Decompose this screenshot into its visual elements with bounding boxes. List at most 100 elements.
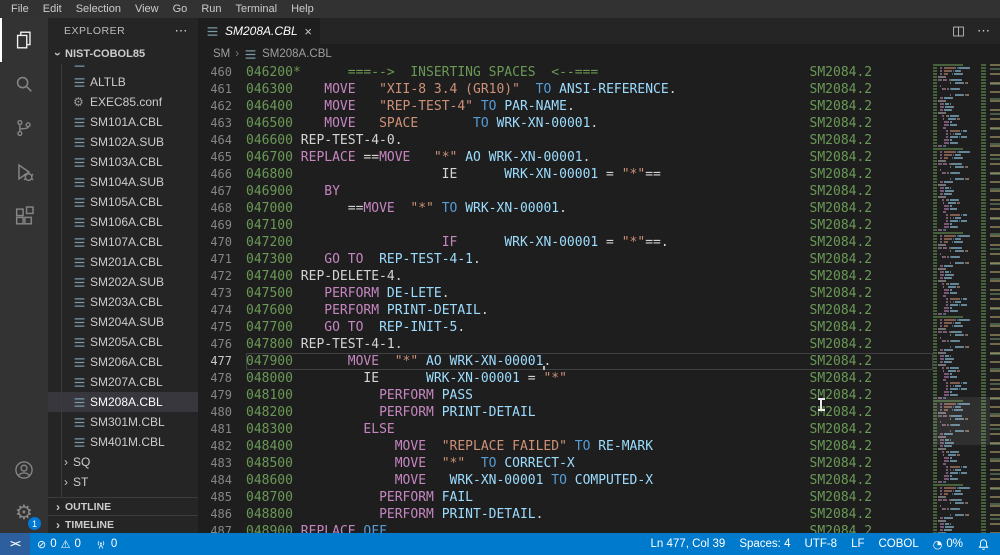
problems-status[interactable]: ⊘ 0 ⚠ 0: [30, 533, 88, 555]
file-item-sm205a-cbl[interactable]: SM205A.CBL: [48, 332, 198, 352]
file-item-clipped[interactable]: [48, 492, 198, 497]
line-number[interactable]: 472: [198, 268, 232, 285]
menu-run[interactable]: Run: [194, 0, 228, 18]
line-number[interactable]: 465: [198, 149, 232, 166]
menu-view[interactable]: View: [128, 0, 166, 18]
editor-actions-icon[interactable]: ⋯: [977, 23, 990, 39]
menu-edit[interactable]: Edit: [36, 0, 69, 18]
file-item-sm208a-cbl[interactable]: SM208A.CBL: [48, 392, 198, 412]
code-line[interactable]: 478048000 IE WRK-XN-00001 = "*"SM2084.2: [198, 370, 933, 387]
code-line[interactable]: 485048700 PERFORM FAILSM2084.2: [198, 489, 933, 506]
file-item-sm207a-cbl[interactable]: SM207A.CBL: [48, 372, 198, 392]
code-line[interactable]: 476047800 REP-TEST-4-1.SM2084.2: [198, 336, 933, 353]
code-line[interactable]: 465046700 REPLACE ==MOVE "*" AO WRK-XN-0…: [198, 149, 933, 166]
ports-status[interactable]: 0: [88, 533, 124, 555]
code-line[interactable]: 462046400 MOVE "REP-TEST-4" TO PAR-NAME.…: [198, 98, 933, 115]
minimap-slider[interactable]: [933, 397, 990, 445]
status-0-[interactable]: ◔0%: [926, 533, 970, 555]
notifications-bell[interactable]: [970, 533, 1000, 555]
file-item-sm203a-cbl[interactable]: SM203A.CBL: [48, 292, 198, 312]
file-item-sm105a-cbl[interactable]: SM105A.CBL: [48, 192, 198, 212]
line-number[interactable]: 470: [198, 234, 232, 251]
close-icon[interactable]: ×: [304, 24, 312, 39]
settings-gear-icon[interactable]: ⚙ 1: [0, 491, 48, 533]
line-number[interactable]: 483: [198, 455, 232, 472]
file-item-sm201a-cbl[interactable]: SM201A.CBL: [48, 252, 198, 272]
code-line[interactable]: 487048900 REPLACE OFF.SM2084.2: [198, 523, 933, 533]
code-line[interactable]: 463046500 MOVE SPACE TO WRK-XN-00001.SM2…: [198, 115, 933, 132]
line-number[interactable]: 481: [198, 421, 232, 438]
code-line[interactable]: 477047900 MOVE "*" AO WRK-XN-00001.SM208…: [198, 353, 933, 370]
menu-selection[interactable]: Selection: [69, 0, 128, 18]
explorer-icon[interactable]: [0, 18, 48, 62]
line-number[interactable]: 466: [198, 166, 232, 183]
code-line[interactable]: 486048800 PERFORM PRINT-DETAIL.SM2084.2: [198, 506, 933, 523]
line-number[interactable]: 479: [198, 387, 232, 404]
file-item-sm106a-cbl[interactable]: SM106A.CBL: [48, 212, 198, 232]
split-editor-icon[interactable]: [952, 25, 965, 38]
source-control-icon[interactable]: [0, 106, 48, 150]
explorer-actions-icon[interactable]: ⋯: [175, 23, 189, 39]
line-number[interactable]: 468: [198, 200, 232, 217]
line-number[interactable]: 485: [198, 489, 232, 506]
code-line[interactable]: 483048500 MOVE "*" TO CORRECT-XSM2084.2: [198, 455, 933, 472]
code-line[interactable]: 481048300 ELSESM2084.2: [198, 421, 933, 438]
code-line[interactable]: 484048600 MOVE WRK-XN-00001 TO COMPUTED-…: [198, 472, 933, 489]
line-number[interactable]: 460: [198, 64, 232, 81]
file-item-sm102a-sub[interactable]: SM102A.SUB: [48, 132, 198, 152]
line-number[interactable]: 467: [198, 183, 232, 200]
status-utf-8[interactable]: UTF-8: [797, 533, 844, 555]
overview-ruler[interactable]: [990, 64, 1000, 533]
file-item-clipped[interactable]: [48, 64, 198, 72]
line-number[interactable]: 463: [198, 115, 232, 132]
code-line[interactable]: 468047000 ==MOVE "*" TO WRK-XN-00001.SM2…: [198, 200, 933, 217]
file-item-altlb[interactable]: ALTLB: [48, 72, 198, 92]
code-line[interactable]: 467046900 BYSM2084.2: [198, 183, 933, 200]
code-line[interactable]: 461046300 MOVE "XII-8 3.4 (GR10)" TO ANS…: [198, 81, 933, 98]
line-number[interactable]: 487: [198, 523, 232, 533]
breadcrumb-item[interactable]: SM208A.CBL: [262, 48, 332, 60]
code-line[interactable]: 471047300 GO TO REP-TEST-4-1.SM2084.2: [198, 251, 933, 268]
menu-help[interactable]: Help: [284, 0, 321, 18]
file-item-sm103a-cbl[interactable]: SM103A.CBL: [48, 152, 198, 172]
code-line[interactable]: 466046800 IE WRK-XN-00001 = "*"==SM2084.…: [198, 166, 933, 183]
line-number[interactable]: 469: [198, 217, 232, 234]
code-line[interactable]: 470047200 IF WRK-XN-00001 = "*"==.SM2084…: [198, 234, 933, 251]
menu-terminal[interactable]: Terminal: [229, 0, 285, 18]
line-number[interactable]: 476: [198, 336, 232, 353]
extensions-icon[interactable]: [0, 194, 48, 238]
code-line[interactable]: 464046600 REP-TEST-4-0.SM2084.2: [198, 132, 933, 149]
tab-sm208a-cbl[interactable]: SM208A.CBL ×: [198, 18, 320, 44]
status-spaces-4[interactable]: Spaces: 4: [732, 533, 797, 555]
run-debug-icon[interactable]: [0, 150, 48, 194]
file-item-sm202a-sub[interactable]: SM202A.SUB: [48, 272, 198, 292]
code-line[interactable]: 482048400 MOVE "REPLACE FAILED" TO RE-MA…: [198, 438, 933, 455]
file-item-sm206a-cbl[interactable]: SM206A.CBL: [48, 352, 198, 372]
breadcrumb-item[interactable]: SM: [213, 48, 230, 60]
line-number[interactable]: 475: [198, 319, 232, 336]
section-timeline[interactable]: ›TIMELINE: [48, 515, 198, 533]
line-number[interactable]: 471: [198, 251, 232, 268]
code-lines[interactable]: 460046200* ===--> INSERTING SPACES <--==…: [198, 64, 933, 533]
remote-indicator[interactable]: ><: [0, 533, 30, 555]
line-number[interactable]: 478: [198, 370, 232, 387]
file-item-sm101a-cbl[interactable]: SM101A.CBL: [48, 112, 198, 132]
code-line[interactable]: 460046200* ===--> INSERTING SPACES <--==…: [198, 64, 933, 81]
line-number[interactable]: 464: [198, 132, 232, 149]
line-number[interactable]: 477: [198, 353, 232, 370]
section-outline[interactable]: ›OUTLINE: [48, 497, 198, 515]
minimap[interactable]: [933, 64, 990, 533]
folder-item-sq[interactable]: ›SQ: [48, 452, 198, 472]
file-item-exec85-conf[interactable]: ⚙EXEC85.conf: [48, 92, 198, 112]
accounts-icon[interactable]: [0, 449, 48, 491]
line-number[interactable]: 480: [198, 404, 232, 421]
status-lf[interactable]: LF: [844, 533, 871, 555]
status-ln-477-col-39[interactable]: Ln 477, Col 39: [644, 533, 733, 555]
line-number[interactable]: 474: [198, 302, 232, 319]
line-number[interactable]: 486: [198, 506, 232, 523]
file-item-sm104a-sub[interactable]: SM104A.SUB: [48, 172, 198, 192]
code-line[interactable]: 475047700 GO TO REP-INIT-5.SM2084.2: [198, 319, 933, 336]
code-line[interactable]: 479048100 PERFORM PASSSM2084.2: [198, 387, 933, 404]
file-item-sm107a-cbl[interactable]: SM107A.CBL: [48, 232, 198, 252]
search-icon[interactable]: [0, 62, 48, 106]
